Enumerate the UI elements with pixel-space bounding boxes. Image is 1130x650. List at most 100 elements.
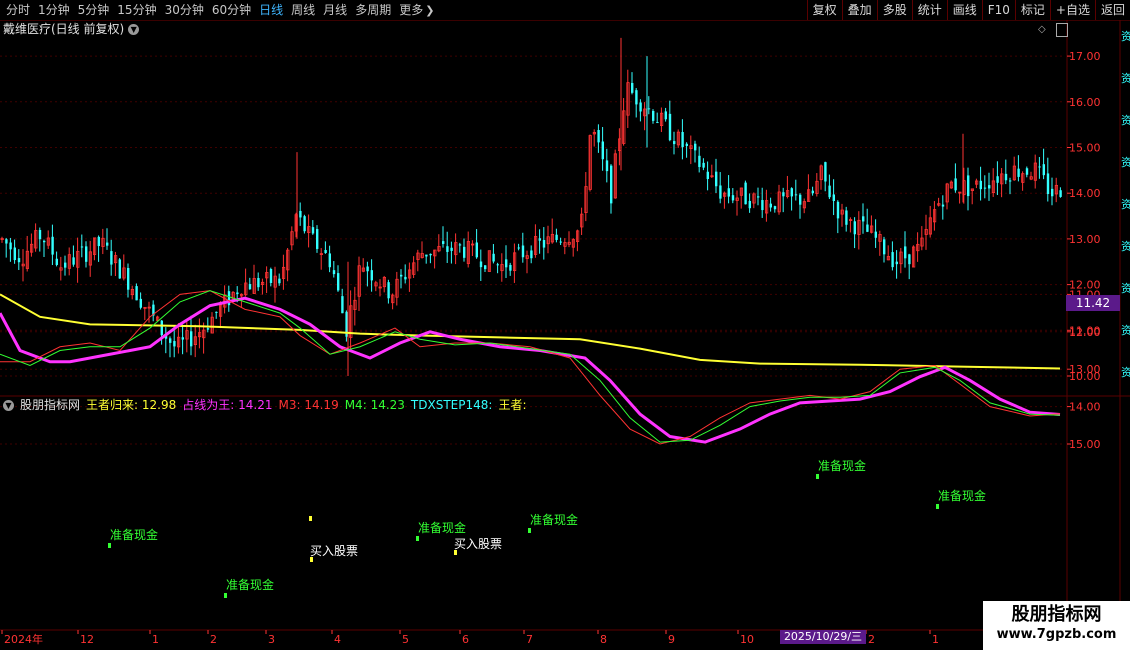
candle-body [1017,168,1020,177]
candle-body [458,244,462,246]
candle-body [206,328,210,330]
signal-marker [310,557,313,562]
candle-body [790,188,793,197]
candle-body [118,259,121,279]
candle-body [17,258,21,263]
candle-body [664,111,667,120]
signal-buy-stock: 买入股票 [310,544,358,558]
candle-body [782,192,785,197]
candle-body [97,236,100,247]
side-text: 资 [1121,198,1130,211]
candle-body [299,210,302,218]
candle-body [908,254,911,265]
candle-body [404,276,407,280]
signal-prepare-cash: 准备现金 [110,527,158,542]
candle-body [400,274,403,277]
side-text: 资 [1121,282,1130,295]
chart-canvas[interactable]: 17.0016.0015.0014.0013.0012.0011.0010.00… [0,0,1130,650]
candle-body [248,284,252,290]
candle-body [597,129,600,143]
candle-body [631,82,634,93]
candle-body [610,165,613,204]
candle-body [1004,173,1008,181]
candle-body [891,252,894,268]
indicator-value-4: M4: 14.23 [345,397,405,413]
candle-body [967,175,970,197]
candle-body [303,216,306,232]
candle-body [538,238,541,241]
y-tick-label: 13.00 [1069,233,1101,246]
candle-body [450,247,453,251]
candle-body [337,273,340,291]
x-tick-label: 12 [80,633,94,646]
indicator-value-5: TDXSTEP148: [410,398,493,412]
candle-body [979,180,982,190]
stock-title: 戴维医疗(日线 前复权) [3,22,125,36]
candle-body [862,216,865,222]
candle-body [845,210,848,225]
candle-body [542,240,546,248]
candle-body [652,110,655,121]
candle-body [988,185,991,189]
signal-marker [528,528,531,533]
side-text: 资 [1121,156,1130,169]
expand-icon[interactable] [1056,23,1068,37]
main-panel-title: 戴维医疗(日线 前复权) ▼ [3,21,140,37]
candle-body [38,229,42,240]
candle-body [715,171,718,187]
candle-body [236,292,239,295]
diamond-icon[interactable]: ◇ [1038,24,1046,35]
candle-body [706,171,709,180]
signal-prepare-cash: 准备现金 [818,458,866,473]
candle-body [761,200,764,211]
candle-body [832,194,835,201]
candle-body [135,286,138,301]
candle-body [605,160,609,172]
candle-body [442,241,445,244]
signal-marker [936,504,939,509]
candle-body [160,320,163,336]
candle-body [824,162,827,182]
indicator-y-tick-label: 13.00 [1069,363,1101,376]
candle-body [324,250,327,254]
candle-body [55,258,58,265]
chevron-down-icon[interactable]: ▼ [128,23,140,35]
candle-body [757,196,760,198]
candle-body [505,259,508,268]
candle-body [1038,166,1041,168]
signal-marker [224,593,227,598]
chevron-down-icon[interactable]: ▼ [3,399,14,411]
candle-body [635,90,638,105]
candle-body [496,264,499,266]
candle-body [744,182,747,205]
indicator-y-tick-label: 12.00 [1069,326,1101,339]
x-tick-label: 4 [334,633,341,646]
signal-prepare-cash: 准备现金 [226,577,274,592]
x-tick-label: 2 [210,633,217,646]
candle-body [1051,188,1054,197]
side-text: 资 [1121,240,1130,253]
watermark-url: www.7gpzb.com [996,627,1117,642]
candle-body [278,278,281,284]
candle-body [773,206,777,210]
indicator-value-6: 王者: [498,398,527,412]
y-tick-label: 14.00 [1069,187,1101,200]
price-badge: 11.42 [1066,295,1120,311]
x-tick-label: 1 [932,633,939,646]
candle-body [954,178,957,191]
candle-body [521,245,525,258]
candle-body [64,262,67,268]
candle-body [1009,180,1012,182]
candle-body [559,241,562,243]
candle-body [673,141,676,145]
candle-body [328,253,331,268]
candle-body [169,338,172,343]
candle-body [215,311,218,313]
candle-body [748,200,751,209]
candle-body [639,102,642,112]
indicator-name: 股朋指标网 [20,398,81,412]
candle-body [853,221,856,235]
candle-body [425,254,428,257]
candle-body [429,253,432,256]
x-tick-label: 2024年 [4,632,43,646]
